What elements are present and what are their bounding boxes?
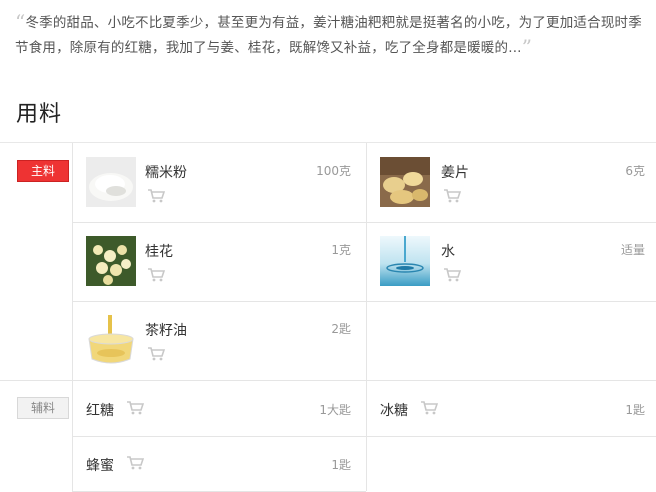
main-ingredients-tag: 主料 — [17, 160, 69, 182]
ingredient-quantity: 1大匙 — [319, 403, 351, 417]
divider — [72, 436, 656, 437]
divider — [366, 143, 367, 491]
ingredient-item[interactable]: 茶籽油 2匙 — [86, 315, 351, 367]
ingredient-item[interactable]: 姜片 6克 — [380, 157, 645, 209]
ingredient-name[interactable]: 茶籽油 — [145, 320, 187, 340]
ingredients-table: 主料 辅料 糯米粉 100克 姜片 6克 桂花 1克 水 适量 茶籽油 2匙 红… — [0, 142, 656, 492]
open-quote-icon: “ — [15, 10, 26, 34]
ingredient-quantity: 2匙 — [331, 322, 351, 336]
close-quote-icon: ” — [521, 35, 533, 59]
tea-seed-oil-photo[interactable] — [86, 315, 136, 365]
cart-icon[interactable] — [443, 268, 461, 282]
cart-icon[interactable] — [420, 401, 438, 415]
ingredients-title: 用料 — [16, 102, 63, 127]
cart-icon[interactable] — [126, 401, 144, 415]
ingredient-item[interactable]: 桂花 1克 — [86, 236, 351, 288]
divider — [72, 222, 656, 223]
ginger-slices-photo[interactable] — [380, 157, 430, 207]
cart-icon[interactable] — [147, 189, 165, 203]
ingredient-name[interactable]: 蜂蜜 — [86, 455, 114, 475]
ingredient-quantity: 1克 — [331, 243, 351, 257]
ingredient-quantity: 6克 — [625, 164, 645, 178]
ingredient-item[interactable]: 冰糖 1匙 — [380, 398, 645, 420]
ingredient-name[interactable]: 水 — [441, 241, 455, 261]
ingredient-item[interactable]: 红糖 1大匙 — [86, 398, 351, 420]
ingredient-quantity: 适量 — [620, 243, 645, 257]
intro-text: 冬季的甜品、小吃不比夏季少，甚至更为有益，姜汁糖油粑粑就是挺著名的小吃，为了更加… — [15, 15, 642, 56]
ingredient-name[interactable]: 桂花 — [145, 241, 173, 261]
auxiliary-ingredients-tag: 辅料 — [17, 397, 69, 419]
glutinous-rice-flour-photo[interactable] — [86, 157, 136, 207]
divider — [72, 143, 73, 491]
ingredient-name[interactable]: 姜片 — [441, 162, 469, 182]
cart-icon[interactable] — [147, 347, 165, 361]
ingredient-name[interactable]: 冰糖 — [380, 400, 408, 420]
ingredient-name[interactable]: 红糖 — [86, 400, 114, 420]
divider — [0, 380, 656, 381]
ingredient-item[interactable]: 糯米粉 100克 — [86, 157, 351, 209]
ingredient-quantity: 100克 — [316, 164, 351, 178]
ingredient-quantity: 1匙 — [331, 458, 351, 472]
cart-icon[interactable] — [126, 456, 144, 470]
ingredient-name[interactable]: 糯米粉 — [145, 162, 187, 182]
cart-icon[interactable] — [443, 189, 461, 203]
osmanthus-photo[interactable] — [86, 236, 136, 286]
water-photo[interactable] — [380, 236, 430, 286]
ingredient-item[interactable]: 水 适量 — [380, 236, 645, 288]
divider — [72, 301, 656, 302]
recipe-intro: “冬季的甜品、小吃不比夏季少，甚至更为有益，姜汁糖油粑粑就是挺著名的小吃，为了更… — [15, 10, 645, 60]
ingredient-quantity: 1匙 — [625, 403, 645, 417]
ingredient-item[interactable]: 蜂蜜 1匙 — [86, 453, 351, 475]
cart-icon[interactable] — [147, 268, 165, 282]
